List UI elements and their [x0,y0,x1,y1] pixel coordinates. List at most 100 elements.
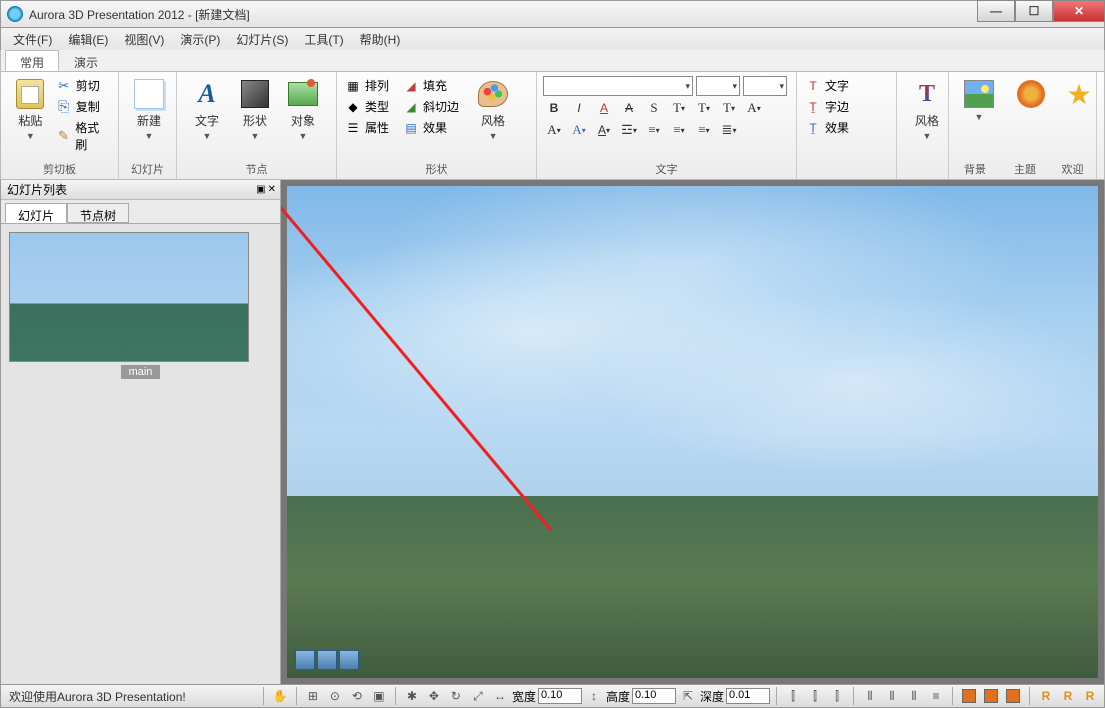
sb-align-1[interactable]: ⫿ [783,687,803,705]
maximize-button[interactable]: ☐ [1015,0,1053,22]
type-button[interactable]: ◆类型 [343,97,391,116]
sb-depth-icon[interactable]: ⇱ [678,687,698,705]
sb-rotate-icon[interactable]: ↻ [446,687,466,705]
palette-icon [478,81,508,107]
panel-close-icon[interactable]: ✕ [268,184,276,195]
format-painter-button[interactable]: 格式刷 [54,118,112,154]
spacing-button[interactable]: ≡▾ [643,120,665,140]
menu-help[interactable]: 帮助(H) [354,29,407,50]
text-icon: A [198,79,215,109]
sb-tool-2[interactable]: ⊙ [325,687,345,705]
format-a9-button[interactable]: A▾ [743,98,765,118]
text-style-button[interactable]: T 风格 ▼ [903,76,951,143]
format-a5-button[interactable]: S [643,98,665,118]
text-border-button[interactable]: Ṯ字边 [803,97,890,116]
format-a7-button[interactable]: T▾ [693,98,715,118]
tab-common[interactable]: 常用 [5,50,59,71]
align-left-button[interactable]: ≡▾ [668,120,690,140]
effect-icon: ▤ [403,120,419,136]
nav-cube-2[interactable] [317,650,337,670]
menu-tools[interactable]: 工具(T) [298,29,349,50]
depth-input[interactable]: 0.01 [726,688,770,704]
style-button[interactable]: 风格 ▼ [469,76,517,143]
group-text-style2: T 风格 ▼ [897,72,949,179]
group-node: A 文字 ▼ 形状 ▼ 对象 ▼ 节点 [177,72,337,179]
sb-scale-icon[interactable]: ⤢ [468,687,488,705]
tab-demo[interactable]: 演示 [59,50,113,71]
arrange-button[interactable]: ▦排列 [343,76,391,95]
sb-color-3[interactable] [1003,687,1023,705]
nav-cube-3[interactable] [339,650,359,670]
new-slide-button[interactable]: 新建 ▼ [125,76,173,143]
object-button[interactable]: 对象 ▼ [279,76,327,143]
text-effect-button[interactable]: Ṯ效果 [803,118,890,137]
copy-button[interactable]: 复制 [54,97,112,116]
sb-height-icon[interactable]: ↕ [584,687,604,705]
effect-button[interactable]: ▤效果 [401,118,461,137]
format-a6-button[interactable]: T▾ [668,98,690,118]
align-b-button[interactable]: A▾ [568,120,590,140]
width-input[interactable]: 0.10 [538,688,582,704]
new-icon [134,79,164,109]
text-effect-icon: Ṯ [805,120,821,136]
menu-edit[interactable]: 编辑(E) [62,29,114,50]
tab-node-tree[interactable]: 节点树 [67,203,129,223]
minimize-button[interactable]: — [977,0,1015,22]
sb-color-2[interactable] [981,687,1001,705]
sb-align-3[interactable]: ⫿ [827,687,847,705]
paste-button[interactable]: 粘贴 ▼ [7,76,54,143]
menu-demo[interactable]: 演示(P) [174,29,226,50]
font-color-button[interactable]: A [593,98,615,118]
font-size-combo[interactable]: ▾ [696,76,740,96]
menu-file[interactable]: 文件(F) [7,29,58,50]
align-c-button[interactable]: A▾ [593,120,615,140]
shape-button[interactable]: 形状 ▼ [231,76,279,143]
nav-cube-1[interactable] [295,650,315,670]
font-family-combo[interactable]: ▾ [543,76,693,96]
close-button[interactable]: ✕ [1053,0,1105,22]
panel-float-icon[interactable]: ▣ [256,184,265,195]
sb-r1[interactable]: R [1036,687,1056,705]
tab-slides[interactable]: 幻灯片 [5,203,67,223]
sb-tool-4[interactable]: ▣ [369,687,389,705]
bevel-button[interactable]: ◢斜切边 [401,97,461,116]
format-a8-button[interactable]: T▾ [718,98,740,118]
sb-dist-2[interactable]: ⦀ [882,687,902,705]
fill-button[interactable]: ◢填充 [401,76,461,95]
height-input[interactable]: 0.10 [632,688,676,704]
list-button[interactable]: ☲▾ [618,120,640,140]
sb-tool-3[interactable]: ⟲ [347,687,367,705]
align-right-button[interactable]: ≣▾ [718,120,740,140]
canvas-viewport[interactable] [281,180,1104,684]
text-word-button[interactable]: T文字 [803,76,890,95]
sb-move-icon[interactable]: ✥ [424,687,444,705]
property-button[interactable]: ☰属性 [343,118,391,137]
sb-hand-icon[interactable]: ✋ [270,687,290,705]
sb-tool-1[interactable]: ⊞ [303,687,323,705]
sb-axis-icon[interactable]: ✱ [402,687,422,705]
cut-button[interactable]: 剪切 [54,76,112,95]
theme-button[interactable] [1007,76,1055,112]
menu-slide[interactable]: 幻灯片(S) [230,29,294,50]
font-style-combo[interactable]: ▾ [743,76,787,96]
sb-color-1[interactable] [959,687,979,705]
welcome-button[interactable]: ★ [1055,76,1103,112]
text-button[interactable]: A 文字 ▼ [183,76,231,143]
menu-view[interactable]: 视图(V) [118,29,170,50]
sb-r3[interactable]: R [1080,687,1100,705]
ribbon-toolbar: 粘贴 ▼ 剪切 复制 格式刷 剪切板 新建 ▼ 幻灯片 A 文字 ▼ [0,72,1105,180]
align-a-button[interactable]: A▾ [543,120,565,140]
sb-dist-4[interactable]: ≡ [926,687,946,705]
strike-button[interactable]: A [618,98,640,118]
bg-button[interactable]: ▼ [955,76,1003,124]
slide-thumbnail[interactable] [9,232,249,362]
sb-dist-3[interactable]: ⦀ [904,687,924,705]
group-theme: 主题 [1001,72,1049,179]
sb-r2[interactable]: R [1058,687,1078,705]
align-center-button[interactable]: ≡▾ [693,120,715,140]
italic-button[interactable]: I [568,98,590,118]
bold-button[interactable]: B [543,98,565,118]
sb-dist-1[interactable]: ⦀ [860,687,880,705]
sb-align-2[interactable]: ⫿ [805,687,825,705]
sb-width-icon[interactable]: ↔ [490,687,510,705]
